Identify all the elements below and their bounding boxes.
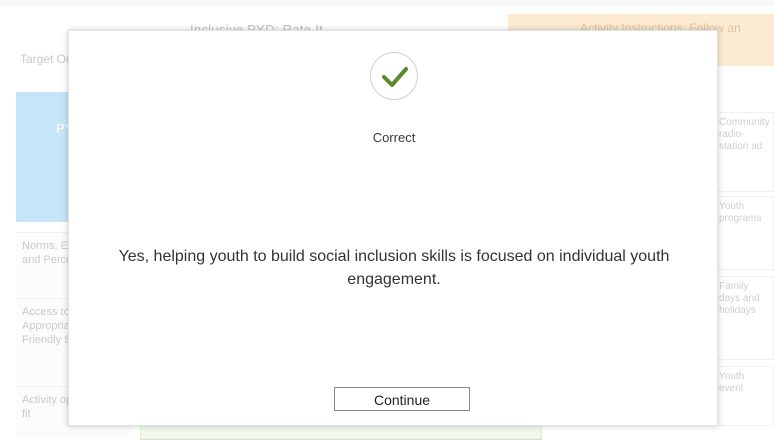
continue-button[interactable]: Continue: [334, 387, 470, 411]
feedback-message: Yes, helping youth to build social inclu…: [118, 248, 670, 288]
feedback-dialog: Correct Yes, helping youth to build soci…: [68, 30, 718, 426]
status-icon-circle: [370, 52, 418, 100]
status-label: Correct: [372, 130, 416, 145]
checkmark-icon: [382, 67, 408, 87]
